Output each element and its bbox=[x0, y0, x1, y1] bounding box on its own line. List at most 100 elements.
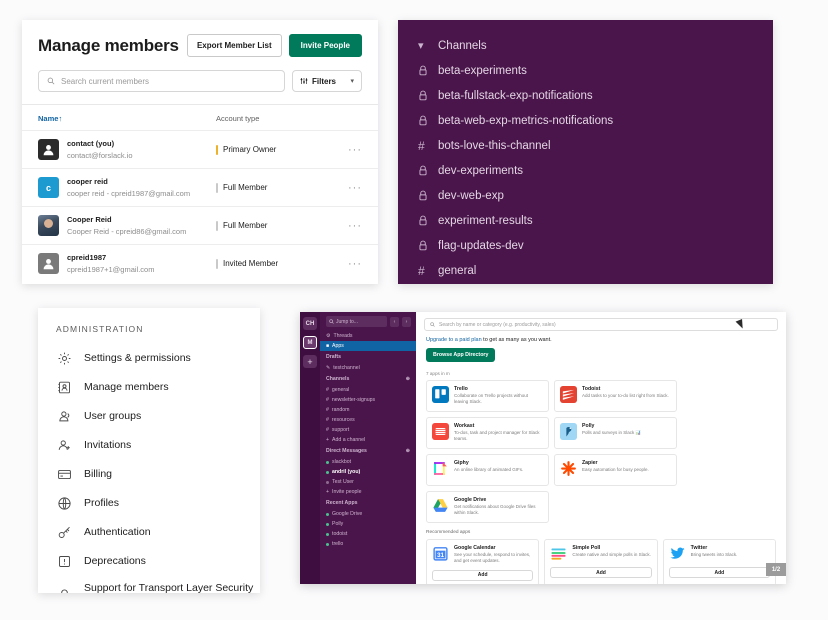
sidebar-item-channel[interactable]: # support bbox=[320, 425, 416, 435]
section-label: Drafts bbox=[326, 354, 341, 360]
sidebar-item-channel[interactable]: # resources bbox=[320, 415, 416, 425]
sidebar-item-dm[interactable]: slackbot bbox=[320, 457, 416, 467]
channels-section-header[interactable]: ▾ Channels bbox=[398, 33, 773, 58]
sidebar-item-deprecations[interactable]: Deprecations bbox=[38, 547, 260, 576]
sidebar-item-settings-permissions[interactable]: Settings & permissions bbox=[38, 344, 260, 373]
upgrade-link[interactable]: Upgrade to a paid plan bbox=[426, 337, 482, 343]
add-channel-button[interactable]: + Add a channel bbox=[320, 435, 416, 445]
filters-dropdown[interactable]: Filters ▾ bbox=[292, 70, 362, 92]
sidebar-item-channel[interactable]: # general bbox=[398, 258, 773, 283]
add-app-button[interactable]: Add bbox=[432, 569, 534, 581]
sidebar-item-authentication[interactable]: Authentication bbox=[38, 518, 260, 547]
sidebar-item-channel[interactable]: experiment-results bbox=[398, 208, 773, 233]
app-name: Giphy bbox=[454, 460, 469, 466]
sidebar-item-channel[interactable]: beta-fullstack-exp-notifications bbox=[398, 83, 773, 108]
app-card[interactable]: Zapier Easy automation for busy people. bbox=[554, 454, 677, 486]
threads-icon: ⚙ bbox=[326, 333, 331, 339]
sidebar-item-apps[interactable]: ■ Apps bbox=[320, 341, 416, 351]
google-drive-icon bbox=[432, 497, 449, 514]
table-row[interactable]: Cooper Reid Cooper Reid - cpreid86@gmail.… bbox=[22, 206, 378, 244]
invite-people-button[interactable]: Invite People bbox=[288, 34, 362, 57]
lock-icon bbox=[419, 215, 427, 226]
avatar bbox=[38, 139, 59, 160]
app-card[interactable]: Polly Polls and surveys in Slack 📊 bbox=[554, 417, 677, 449]
app-card[interactable]: Workast To-dos, task and project manager … bbox=[426, 417, 549, 449]
account-type-cell: Full Member bbox=[216, 220, 348, 231]
sidebar-item-billing[interactable]: Billing bbox=[38, 460, 260, 489]
workspace-badge-m[interactable]: M bbox=[303, 336, 317, 349]
sidebar-item-channel[interactable]: beta-experiments bbox=[398, 58, 773, 83]
sidebar-item-profiles[interactable]: Profiles bbox=[38, 489, 260, 518]
row-overflow-menu-button[interactable]: ··· bbox=[348, 144, 362, 156]
sidebar-item-draft[interactable]: ✎ testchannel bbox=[320, 363, 416, 373]
plus-circle-icon[interactable]: ⊕ bbox=[406, 376, 410, 382]
sidebar-item-channel[interactable]: # random bbox=[320, 405, 416, 415]
sidebar-item-label: Google Drive bbox=[332, 511, 363, 517]
sidebar-item-label: Support for Transport Layer Security (TL… bbox=[84, 581, 254, 593]
sidebar-item-channel[interactable]: dev-web-exp bbox=[398, 183, 773, 208]
sidebar-item-label: Manage members bbox=[84, 380, 169, 393]
sidebar-item-invitations[interactable]: Invitations bbox=[38, 431, 260, 460]
sidebar-item-dm[interactable]: andril (you) bbox=[320, 467, 416, 477]
recommended-apps-grid: 31 Google Calendar See your schedule, resp… bbox=[416, 539, 786, 584]
column-header-name[interactable]: Name↑ bbox=[38, 114, 216, 123]
app-search-input[interactable]: Search by name or category (e.g. product… bbox=[424, 318, 778, 331]
add-workspace-button[interactable]: + bbox=[303, 355, 317, 368]
export-member-list-button[interactable]: Export Member List bbox=[186, 34, 282, 57]
recommended-app-card[interactable]: 31 Google Calendar See your schedule, resp… bbox=[426, 539, 540, 584]
table-row[interactable]: c cooper reid cooper reid - cpreid1987@gma… bbox=[22, 168, 378, 206]
sidebar-item-manage-members[interactable]: Manage members bbox=[38, 373, 260, 402]
app-card[interactable]: Giphy An online library of animated GIFs. bbox=[426, 454, 549, 486]
recommended-app-card[interactable]: Twitter Bring tweets into Slack. Add bbox=[662, 539, 776, 584]
table-row[interactable]: contact (you) contact@forslack.io Primary … bbox=[22, 130, 378, 168]
sidebar-item-label: trello bbox=[332, 541, 344, 547]
sidebar-item-channel[interactable]: # bots-love-this-channel bbox=[398, 133, 773, 158]
app-card[interactable]: Google Drive Get notifications about Goog… bbox=[426, 491, 549, 523]
sidebar-item-channel[interactable]: flag-updates-dev bbox=[398, 233, 773, 258]
browse-app-directory-button[interactable]: Browse App Directory bbox=[426, 348, 496, 362]
workspace-badge-ch[interactable]: CH bbox=[303, 317, 317, 330]
sidebar-item-recent-app[interactable]: Polly bbox=[320, 519, 416, 529]
sidebar-item-recent-app[interactable]: trello bbox=[320, 539, 416, 549]
add-app-button[interactable]: Add bbox=[550, 567, 652, 578]
sidebar-item-recent-app[interactable]: todoist bbox=[320, 529, 416, 539]
pagination-badge[interactable]: 1/2 bbox=[766, 563, 786, 576]
row-overflow-menu-button[interactable]: ··· bbox=[348, 220, 362, 232]
sidebar-item-dm[interactable]: Test User bbox=[320, 477, 416, 487]
installed-apps-grid: Trello Collaborate on Trello projects wit… bbox=[416, 380, 786, 523]
sidebar-item-label: Profiles bbox=[84, 496, 120, 509]
add-app-button[interactable]: Add bbox=[668, 567, 770, 578]
app-card[interactable]: Trello Collaborate on Trello projects wit… bbox=[426, 380, 549, 412]
nav-forward-button[interactable]: › bbox=[402, 316, 411, 327]
invite-people-button[interactable]: + Invite people bbox=[320, 487, 416, 497]
plus-circle-icon[interactable]: ⊕ bbox=[406, 448, 410, 454]
sidebar-item-label: general bbox=[331, 387, 350, 393]
sidebar-item-label: resources bbox=[331, 417, 355, 423]
account-type-indicator bbox=[216, 182, 218, 193]
table-row[interactable]: cpreid1987 cpreid1987+1@gmail.com Invited … bbox=[22, 244, 378, 282]
sidebar-item-channel[interactable]: # general bbox=[320, 385, 416, 395]
plus-icon: + bbox=[326, 437, 330, 443]
app-name: Trello bbox=[454, 386, 468, 392]
sidebar-item-user-groups[interactable]: User groups bbox=[38, 402, 260, 431]
sidebar-item-channel[interactable]: dev-experiments bbox=[398, 158, 773, 183]
jump-to-input[interactable]: Jump to... bbox=[326, 316, 387, 327]
sidebar-item-support-for-transport-layer-security-tls[interactable]: Support for Transport Layer Security (TL… bbox=[38, 576, 260, 593]
app-card[interactable]: Todoist Add tasks to your to-do list righ… bbox=[554, 380, 677, 412]
row-overflow-menu-button[interactable]: ··· bbox=[348, 182, 362, 194]
sidebar-item-channel[interactable]: beta-web-exp-metrics-notifications bbox=[398, 108, 773, 133]
search-members-input[interactable]: Search current members bbox=[38, 70, 285, 92]
sidebar-item-channel[interactable]: # newsletter-signups bbox=[320, 395, 416, 405]
sidebar-item-recent-app[interactable]: Google Drive bbox=[320, 509, 416, 519]
sort-arrow-icon: ↑ bbox=[58, 114, 63, 123]
member-email: Cooper Reid - cpreid86@gmail.com bbox=[67, 226, 187, 236]
recommended-app-card[interactable]: Simple Poll Create native and simple poll… bbox=[544, 539, 658, 584]
sidebar-item-threads[interactable]: ⚙ Threads bbox=[320, 331, 416, 341]
sidebar-item-label: Deprecations bbox=[84, 554, 146, 567]
channel-label: experiment-results bbox=[438, 214, 533, 227]
google-calendar-icon: 31 bbox=[432, 545, 449, 562]
nav-back-button[interactable]: ‹ bbox=[390, 316, 399, 327]
presence-dot-icon bbox=[326, 532, 329, 536]
row-overflow-menu-button[interactable]: ··· bbox=[348, 258, 362, 270]
channels-section-label: Channels bbox=[438, 39, 487, 52]
